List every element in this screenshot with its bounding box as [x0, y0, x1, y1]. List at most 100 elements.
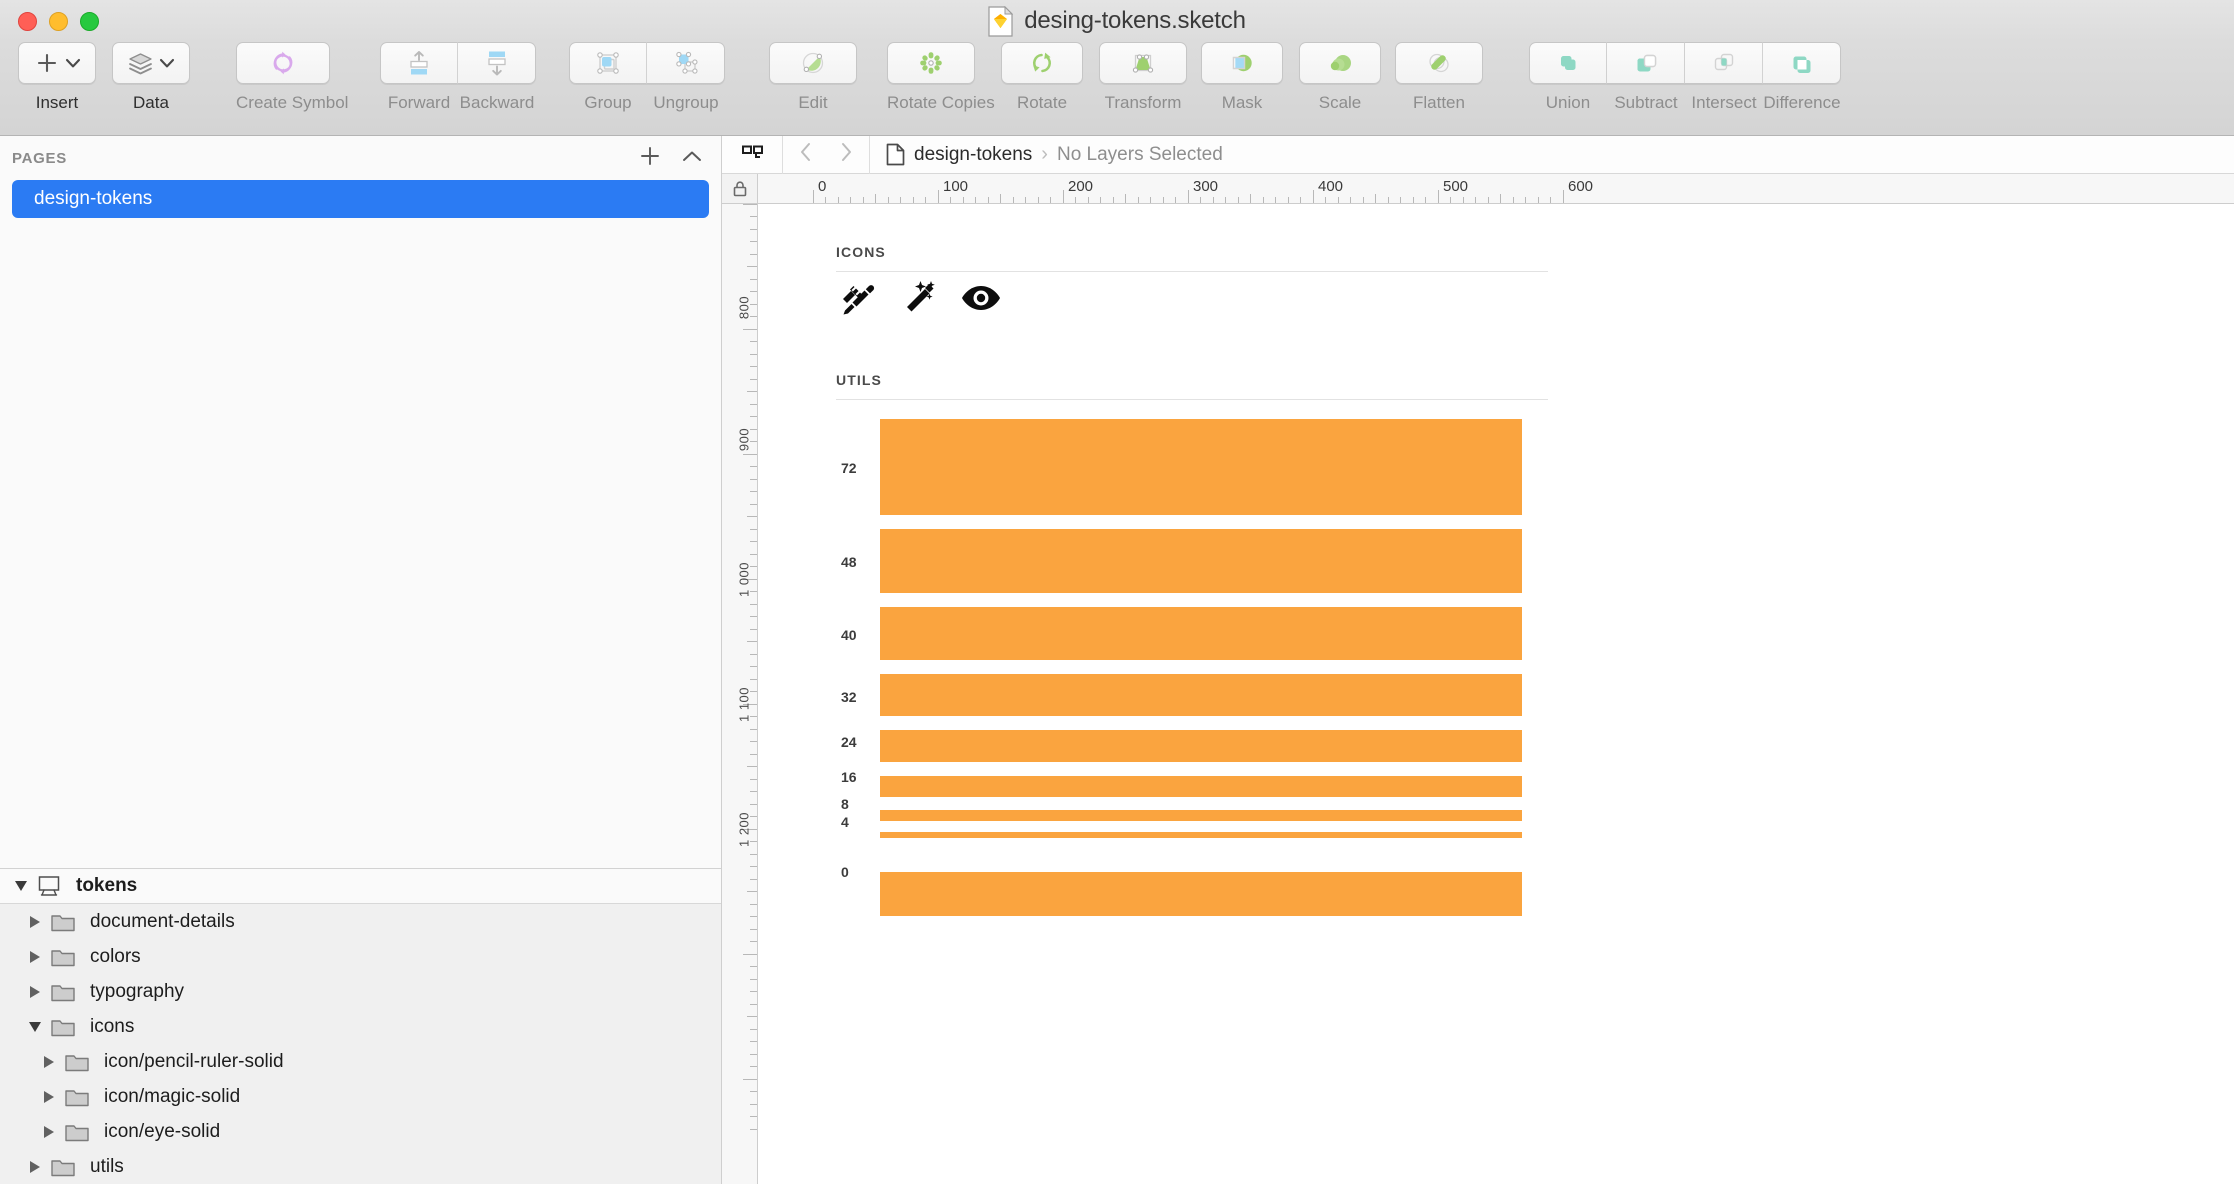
layer-name: utils — [80, 1156, 124, 1178]
toolbar-group-rotate-copies: Rotate Copies — [887, 42, 975, 113]
eye-solid-icon[interactable] — [961, 283, 1001, 318]
flatten-icon — [1424, 48, 1454, 78]
add-page-button[interactable] — [639, 145, 661, 172]
layer-row-document-details[interactable]: document-details — [0, 904, 721, 939]
toolbar-label-create-symbol: Create Symbol — [236, 93, 330, 113]
layer-row-typography[interactable]: typography — [0, 974, 721, 1009]
union-button[interactable] — [1529, 42, 1607, 84]
toolbar-group-flatten: Flatten — [1395, 42, 1483, 113]
main-body: PAGES design-tokens — [0, 136, 2234, 1184]
difference-button[interactable] — [1763, 42, 1841, 84]
layer-row-utils[interactable]: utils — [0, 1149, 721, 1184]
toolbar-label-data: Data — [112, 93, 190, 113]
subtract-button[interactable] — [1607, 42, 1685, 84]
disclosure-triangle-open[interactable] — [24, 1022, 46, 1032]
insert-button[interactable] — [18, 42, 96, 84]
utils-bar[interactable] — [880, 776, 1522, 797]
document-title: desing-tokens.sketch — [1024, 7, 1245, 35]
disclosure-triangle-closed[interactable] — [38, 1056, 60, 1068]
page-row-design-tokens[interactable]: design-tokens — [12, 180, 709, 218]
utils-bar[interactable] — [880, 730, 1522, 762]
utils-bar[interactable] — [880, 607, 1522, 660]
utils-bar-label: 32 — [841, 689, 857, 705]
layers-list: tokens document-details — [0, 868, 721, 1184]
toolbar-group-mask: Mask — [1201, 42, 1283, 113]
create-symbol-icon — [268, 48, 298, 78]
folder-icon — [60, 1086, 94, 1108]
layer-row-tokens[interactable]: tokens — [0, 869, 721, 904]
breadcrumb-separator: › — [1041, 143, 1048, 166]
toolbar-label-difference: Difference — [1763, 93, 1841, 113]
toolbar-label-scale: Scale — [1299, 93, 1381, 113]
grid-view-button[interactable] — [740, 141, 766, 168]
bring-forward-button[interactable] — [380, 42, 458, 84]
back-button[interactable] — [799, 142, 813, 167]
layer-name: icon/magic-solid — [94, 1086, 240, 1108]
disclosure-triangle-closed[interactable] — [24, 986, 46, 998]
layer-row-icon-magic-solid[interactable]: icon/magic-solid — [0, 1079, 721, 1114]
utils-bar[interactable] — [880, 419, 1522, 515]
toolbar-group-grouping: Group Ungroup — [569, 42, 725, 113]
mask-button[interactable] — [1201, 42, 1283, 84]
group-button[interactable] — [569, 42, 647, 84]
toolbar-label-flatten: Flatten — [1395, 93, 1483, 113]
section-label-utils: UTILS — [836, 372, 882, 388]
breadcrumb-page[interactable]: design-tokens — [886, 143, 1032, 166]
utils-bar[interactable] — [880, 872, 1522, 916]
disclosure-triangle-open[interactable] — [10, 881, 32, 891]
layer-row-icon-pencil-ruler-solid[interactable]: icon/pencil-ruler-solid — [0, 1044, 721, 1079]
edit-button[interactable] — [769, 42, 857, 84]
sketch-window: desing-tokens.sketch — [0, 0, 2234, 1184]
create-symbol-button[interactable] — [236, 42, 330, 84]
data-button[interactable] — [112, 42, 190, 84]
toolbar-label-ungroup: Ungroup — [647, 93, 725, 113]
disclosure-triangle-closed[interactable] — [38, 1091, 60, 1103]
disclosure-triangle-closed[interactable] — [24, 951, 46, 963]
disclosure-triangle-closed[interactable] — [24, 1161, 46, 1173]
ungroup-button[interactable] — [647, 42, 725, 84]
scale-button[interactable] — [1299, 42, 1381, 84]
transform-button[interactable] — [1099, 42, 1187, 84]
page-name: design-tokens — [34, 188, 152, 210]
flatten-button[interactable] — [1395, 42, 1483, 84]
vertical-ruler-ticks: 800 900 1 000 1 100 1 200 — [722, 204, 757, 1184]
forward-button[interactable] — [839, 142, 853, 167]
utils-bar-label: 72 — [841, 460, 857, 476]
section-label-icons: ICONS — [836, 244, 886, 260]
utils-bar[interactable] — [880, 832, 1522, 838]
collapse-pages-button[interactable] — [681, 149, 703, 168]
utils-bar[interactable] — [880, 674, 1522, 716]
rotate-button[interactable] — [1001, 42, 1083, 84]
disclosure-triangle-closed[interactable] — [38, 1126, 60, 1138]
send-backward-button[interactable] — [458, 42, 536, 84]
layer-name: tokens — [66, 875, 137, 897]
vertical-ruler[interactable]: 800 900 1 000 1 100 1 200 — [722, 174, 758, 1184]
magic-solid-icon[interactable] — [900, 277, 942, 324]
intersect-button[interactable] — [1685, 42, 1763, 84]
toolbar-label-intersect: Intersect — [1685, 93, 1763, 113]
horizontal-ruler[interactable]: 0 100 200 300 400 500 600 — [758, 174, 2234, 204]
layer-name: typography — [80, 981, 184, 1003]
toolbar-group-edit: Edit — [769, 42, 857, 113]
vruler-tick-label: 800 — [737, 296, 752, 319]
artboard-icon — [32, 875, 66, 897]
rotate-copies-button[interactable] — [887, 42, 975, 84]
toolbar-group-scale: Scale — [1299, 42, 1381, 113]
layers-stack-icon — [127, 51, 154, 76]
canvas-column: 0 100 200 300 400 500 600 ICONS — [758, 174, 2234, 1184]
design-canvas[interactable]: ICONS — [758, 204, 2234, 1184]
pencil-ruler-solid-icon[interactable] — [839, 277, 881, 324]
utils-bar[interactable] — [880, 529, 1522, 593]
layer-row-icon-eye-solid[interactable]: icon/eye-solid — [0, 1114, 721, 1149]
chevron-down-icon — [159, 58, 175, 69]
toolbar-label-rotate: Rotate — [1001, 93, 1083, 113]
toolbar-label-union: Union — [1529, 93, 1607, 113]
layer-row-icons[interactable]: icons — [0, 1009, 721, 1044]
layer-row-colors[interactable]: colors — [0, 939, 721, 974]
layer-name: colors — [80, 946, 141, 968]
ruler-lock-button[interactable] — [722, 174, 757, 204]
disclosure-triangle-closed[interactable] — [24, 916, 46, 928]
layer-name: icon/eye-solid — [94, 1121, 220, 1143]
utils-bar[interactable] — [880, 810, 1522, 821]
section-divider-utils — [836, 399, 1548, 400]
